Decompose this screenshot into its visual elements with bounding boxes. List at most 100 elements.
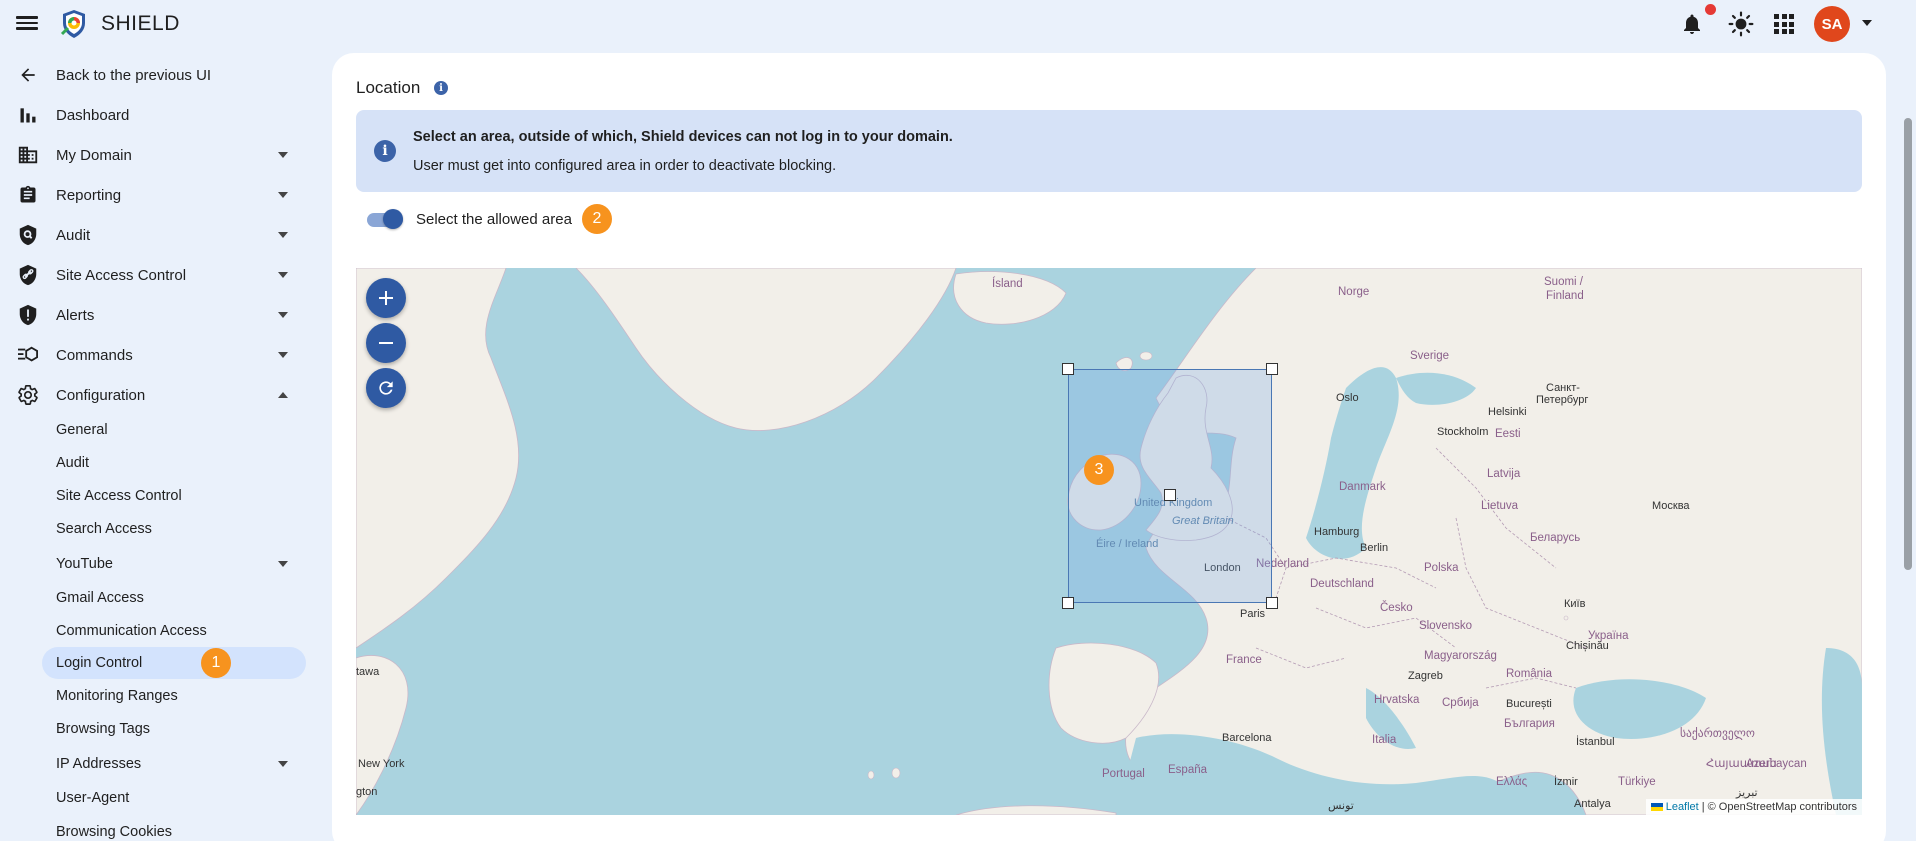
map-label: España	[1168, 764, 1208, 776]
map-label: București	[1506, 698, 1552, 710]
sidebar-item-label: General	[56, 422, 108, 438]
account-menu-caret-icon[interactable]	[1862, 20, 1872, 26]
info-banner: i Select an area, outside of which, Shie…	[356, 110, 1862, 192]
notifications-bell-icon[interactable]	[1680, 12, 1704, 36]
resize-handle-top-right[interactable]	[1266, 363, 1278, 375]
map-label: Barcelona	[1222, 732, 1272, 744]
theme-toggle-sun-icon[interactable]	[1728, 11, 1754, 37]
sidebar-item-dashboard[interactable]: Dashboard	[0, 97, 310, 133]
map-label: تبریز	[1736, 787, 1758, 799]
map-label: Hrvatska	[1374, 694, 1420, 706]
page-scrollbar[interactable]	[1904, 118, 1912, 570]
user-avatar[interactable]: SA	[1814, 6, 1850, 42]
sidebar-item-alerts[interactable]: Alerts	[0, 297, 310, 333]
map-label: Suomi /	[1544, 276, 1583, 288]
top-bar: SHIELD SA	[0, 0, 1916, 48]
map-label: Oslo	[1336, 392, 1359, 404]
map-label: tawa	[356, 666, 380, 678]
zoom-in-button[interactable]	[366, 278, 406, 318]
sidebar-subitem-communication-access[interactable]: Communication Access	[42, 615, 306, 647]
notification-dot	[1705, 4, 1716, 15]
sidebar-item-label: Browsing Tags	[56, 721, 151, 737]
sidebar-subitem-youtube[interactable]: YouTube	[42, 548, 306, 580]
chevron-down-icon[interactable]	[278, 312, 288, 318]
sidebar-subitem-browsing-cookies[interactable]: Browsing Cookies	[42, 816, 306, 841]
chevron-up-icon[interactable]	[278, 392, 288, 398]
sidebar-item-label: Back to the previous UI	[56, 66, 212, 84]
commands-icon	[17, 344, 39, 366]
page-title: Location	[356, 78, 421, 97]
chevron-down-icon[interactable]	[278, 561, 288, 567]
zoom-out-button[interactable]	[366, 323, 406, 363]
allowed-area-toggle[interactable]	[367, 209, 403, 231]
chevron-down-icon[interactable]	[278, 761, 288, 767]
map-attribution: Leaflet | © OpenStreetMap contributors	[1645, 799, 1862, 815]
sidebar-item-label: Site Access Control	[56, 488, 182, 504]
map[interactable]: Ísland Norge Suomi / Finland Sverige Osl…	[356, 268, 1862, 815]
chevron-down-icon[interactable]	[278, 192, 288, 198]
sidebar-item-label: Dashboard	[56, 106, 130, 124]
sidebar-item-label: User-Agent	[56, 790, 130, 806]
sidebar-item-label: Alerts	[56, 306, 95, 324]
sidebar-subitem-login-control[interactable]: Login Control 1	[42, 647, 306, 679]
sidebar-item-audit[interactable]: Audit	[0, 217, 310, 253]
chevron-down-icon[interactable]	[278, 272, 288, 278]
chevron-down-icon[interactable]	[278, 152, 288, 158]
link-shield-icon	[17, 264, 39, 286]
sidebar-subitem-monitoring-ranges[interactable]: Monitoring Ranges	[42, 680, 306, 712]
sidebar-subitem-gmail-access[interactable]: Gmail Access	[42, 582, 306, 614]
resize-handle-bottom-right[interactable]	[1266, 597, 1278, 609]
chevron-down-icon[interactable]	[278, 352, 288, 358]
sidebar-subitem-user-agent[interactable]: User-Agent	[42, 782, 306, 814]
sidebar-subitem-search-access[interactable]: Search Access	[42, 513, 306, 545]
sidebar-item-site-access-control[interactable]: Site Access Control	[0, 257, 310, 293]
map-label: Berlin	[1360, 542, 1389, 554]
sidebar-subitem-ip-addresses[interactable]: IP Addresses	[42, 748, 306, 780]
map-label: İstanbul	[1576, 736, 1615, 748]
map-label: Zagreb	[1408, 670, 1443, 682]
sidebar-item-label: Login Control	[56, 655, 143, 671]
apps-grid-icon[interactable]	[1774, 14, 1794, 34]
sidebar-subitem-audit[interactable]: Audit	[42, 447, 306, 479]
resize-handle-bottom-left[interactable]	[1062, 597, 1074, 609]
sidebar-item-back[interactable]: Back to the previous UI	[0, 57, 310, 93]
attribution-text: | © OpenStreetMap contributors	[1701, 801, 1857, 813]
audit-shield-icon	[17, 224, 39, 246]
sidebar-item-label: Monitoring Ranges	[56, 688, 178, 704]
map-label: Eesti	[1495, 428, 1521, 440]
step-badge: 1	[201, 648, 231, 678]
arrow-left-icon	[17, 64, 39, 86]
chevron-down-icon[interactable]	[278, 232, 288, 238]
map-label: Azerbaycan	[1746, 758, 1807, 770]
shield-logo-icon	[60, 10, 85, 38]
sidebar-item-reporting[interactable]: Reporting	[0, 177, 310, 213]
sidebar-item-commands[interactable]: Commands	[0, 337, 310, 373]
info-icon[interactable]: i	[434, 81, 448, 95]
reset-view-button[interactable]	[366, 368, 406, 408]
map-label: Србија	[1442, 697, 1479, 709]
map-label: Stockholm	[1437, 426, 1489, 438]
move-handle-center[interactable]	[1164, 489, 1176, 501]
leaflet-link[interactable]: Leaflet	[1666, 801, 1699, 813]
sidebar-subitem-browsing-tags[interactable]: Browsing Tags	[42, 713, 306, 745]
sidebar-subitem-site-access-control[interactable]: Site Access Control	[42, 480, 306, 512]
map-label: Polska	[1424, 562, 1459, 574]
map-label: Ísland	[992, 278, 1023, 290]
resize-handle-top-left[interactable]	[1062, 363, 1074, 375]
map-label: Türkiye	[1618, 776, 1656, 788]
toggle-label: Select the allowed area	[416, 211, 572, 228]
gear-icon	[17, 384, 39, 406]
refresh-icon	[379, 381, 393, 395]
map-label: Москва	[1652, 500, 1690, 512]
map-label: Sverige	[1410, 350, 1449, 362]
sidebar-subitem-general[interactable]: General	[42, 414, 306, 446]
sidebar-item-label: Browsing Cookies	[56, 824, 173, 840]
sidebar-item-label: Audit	[56, 226, 91, 244]
allowed-area-rectangle[interactable]	[1068, 369, 1272, 603]
sidebar-item-my-domain[interactable]: My Domain	[0, 137, 310, 173]
menu-icon[interactable]	[16, 13, 38, 35]
info-text-primary: Select an area, outside of which, Shield…	[413, 129, 953, 145]
map-label: İzmir	[1554, 776, 1578, 788]
map-label: Chișinău	[1566, 640, 1609, 652]
sidebar-item-configuration[interactable]: Configuration	[0, 377, 310, 413]
